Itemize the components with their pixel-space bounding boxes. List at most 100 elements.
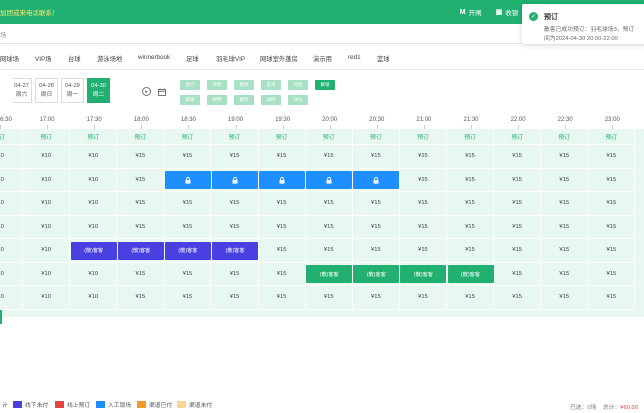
slot-cell[interactable]: ¥15 (117, 286, 165, 310)
slot-cell[interactable]: ¥10 (23, 168, 71, 192)
slot-cell[interactable]: ¥15 (399, 145, 447, 169)
slot-cell[interactable]: ¥15 (258, 215, 306, 239)
slot-cell[interactable]: ¥15 (211, 215, 259, 239)
tab-venue[interactable]: 篮球 (377, 54, 390, 63)
slot-cell[interactable]: ¥15 (399, 192, 447, 216)
slot-cell[interactable]: ¥15 (258, 286, 306, 310)
slot-cell[interactable]: ¥10 (0, 286, 24, 310)
date-item-selected[interactable]: 04-30 周二 (87, 78, 110, 103)
slot-cell[interactable]: ¥15 (541, 262, 589, 286)
slot-cell[interactable]: ¥15 (164, 215, 212, 239)
filter-shop[interactable]: 购物 (207, 95, 227, 105)
slot-cell[interactable]: ¥10 (23, 192, 71, 216)
slot-cell[interactable]: ¥15 (494, 192, 542, 216)
slot-cell[interactable]: ¥15 (447, 215, 495, 239)
slot-cell[interactable]: ¥15 (258, 192, 306, 216)
locked-slot[interactable] (353, 171, 400, 189)
filter-switch[interactable]: 换场 (234, 95, 254, 105)
tab-venue[interactable]: 网球场 (0, 54, 19, 63)
slot-cell[interactable]: ¥10 (23, 215, 71, 239)
slot-cell[interactable]: ¥15 (164, 262, 212, 286)
book-header-cell[interactable]: 预订 (117, 129, 165, 145)
search-input[interactable] (0, 24, 400, 43)
slot-cell[interactable]: ¥15 (211, 192, 259, 216)
slot-cell[interactable]: ¥10 (70, 192, 118, 216)
cashier-button[interactable]: ▣ 收银 (496, 7, 519, 17)
next-day-icon[interactable]: ▸ (142, 87, 151, 96)
slot-cell[interactable]: ¥15 (494, 239, 542, 263)
slot-cell[interactable]: ¥15 (164, 145, 212, 169)
slot-cell[interactable]: ¥15 (211, 145, 259, 169)
book-header-cell[interactable]: 预订 (352, 129, 400, 145)
slot-cell[interactable]: ¥15 (211, 262, 259, 286)
date-item[interactable]: 04-27 周六 (12, 78, 32, 103)
tab-venue[interactable]: winnerbook (138, 54, 170, 61)
side-handle[interactable] (0, 310, 2, 324)
slot-cell[interactable]: ¥15 (399, 168, 447, 192)
slot-cell[interactable]: ¥10 (23, 239, 71, 263)
slot-cell[interactable]: ¥15 (447, 145, 495, 169)
slot-cell[interactable]: ¥15 (352, 145, 400, 169)
slot-cell[interactable]: ¥15 (588, 145, 636, 169)
slot-cell[interactable]: ¥15 (117, 145, 165, 169)
slot-cell[interactable]: ¥15 (494, 168, 542, 192)
slot-cell[interactable]: ¥10 (0, 192, 24, 216)
slot-cell[interactable]: ¥15 (399, 286, 447, 310)
book-header-cell[interactable]: 预订 (541, 129, 589, 145)
filter-detail-pay[interactable]: 详付 (288, 95, 308, 105)
booking-block-booked[interactable]: (散)客客 (306, 265, 353, 283)
booking-block-unpaid[interactable]: (散)客客 (70, 241, 117, 260)
slot-cell[interactable]: ¥15 (305, 192, 353, 216)
slot-cell[interactable]: ¥10 (0, 239, 24, 263)
tab-venue[interactable]: 足球 (186, 54, 199, 63)
booking-block-booked[interactable]: (散)客客 (353, 265, 400, 283)
slot-cell[interactable]: ¥15 (258, 145, 306, 169)
filter-unlock[interactable]: 解锁 (180, 95, 200, 105)
slot-cell[interactable]: ¥10 (23, 262, 71, 286)
slot-cell[interactable]: ¥15 (305, 145, 353, 169)
book-header-cell[interactable]: 预订 (0, 129, 24, 145)
slot-cell[interactable]: ¥15 (447, 286, 495, 310)
book-header-cell[interactable]: 预订 (211, 129, 259, 145)
slot-cell[interactable]: ¥15 (211, 286, 259, 310)
slot-cell[interactable]: ¥10 (0, 168, 24, 192)
slot-cell[interactable]: ¥15 (541, 168, 589, 192)
slot-cell[interactable]: ¥10 (70, 215, 118, 239)
slot-cell[interactable]: ¥15 (588, 239, 636, 263)
filter-pay[interactable]: 付款 (288, 80, 308, 90)
slot-cell[interactable]: ¥15 (494, 286, 542, 310)
tab-venue[interactable]: red1 (348, 54, 361, 61)
slot-cell[interactable]: ¥15 (541, 215, 589, 239)
book-header-cell[interactable]: 预订 (70, 129, 118, 145)
slot-cell[interactable]: ¥15 (399, 215, 447, 239)
slot-cell[interactable]: ¥15 (305, 239, 353, 263)
date-item[interactable]: 04-28 周日 (35, 78, 58, 103)
book-header-cell[interactable]: 预订 (447, 129, 495, 145)
filter-lock[interactable]: 锁场 (234, 80, 254, 90)
slot-cell[interactable]: ¥10 (23, 145, 71, 169)
booking-block-booked[interactable]: (散)客客 (400, 265, 447, 283)
filter-cancel[interactable]: 取消 (261, 80, 281, 90)
slot-cell[interactable]: ¥15 (541, 145, 589, 169)
booking-block-booked[interactable]: (散)客客 (447, 265, 494, 283)
tab-venue[interactable]: VIP场 (35, 54, 51, 63)
book-header-cell[interactable]: 预订 (164, 129, 212, 145)
slot-cell[interactable]: ¥15 (588, 168, 636, 192)
slot-cell[interactable]: ¥15 (541, 192, 589, 216)
slot-cell[interactable]: ¥15 (588, 262, 636, 286)
slot-cell[interactable]: ¥10 (0, 215, 24, 239)
filter-edit[interactable]: 修改 (207, 80, 227, 90)
slot-cell[interactable]: ¥15 (588, 215, 636, 239)
locked-slot[interactable] (259, 171, 306, 189)
slot-cell[interactable]: ¥10 (0, 262, 24, 286)
filter-unlock-active[interactable]: 解锁 (315, 80, 335, 90)
slot-cell[interactable]: ¥10 (70, 145, 118, 169)
slot-cell[interactable]: ¥10 (70, 262, 118, 286)
booking-block-unpaid[interactable]: (散)客客 (164, 241, 211, 260)
slot-cell[interactable]: ¥15 (588, 286, 636, 310)
tab-venue[interactable]: 羽毛球VIP (216, 54, 245, 63)
slot-cell[interactable]: ¥15 (494, 262, 542, 286)
tab-venue[interactable]: 游泳场地 (97, 54, 122, 63)
booking-block-unpaid[interactable]: (散)客客 (117, 241, 164, 260)
book-header-cell[interactable]: 预订 (399, 129, 447, 145)
